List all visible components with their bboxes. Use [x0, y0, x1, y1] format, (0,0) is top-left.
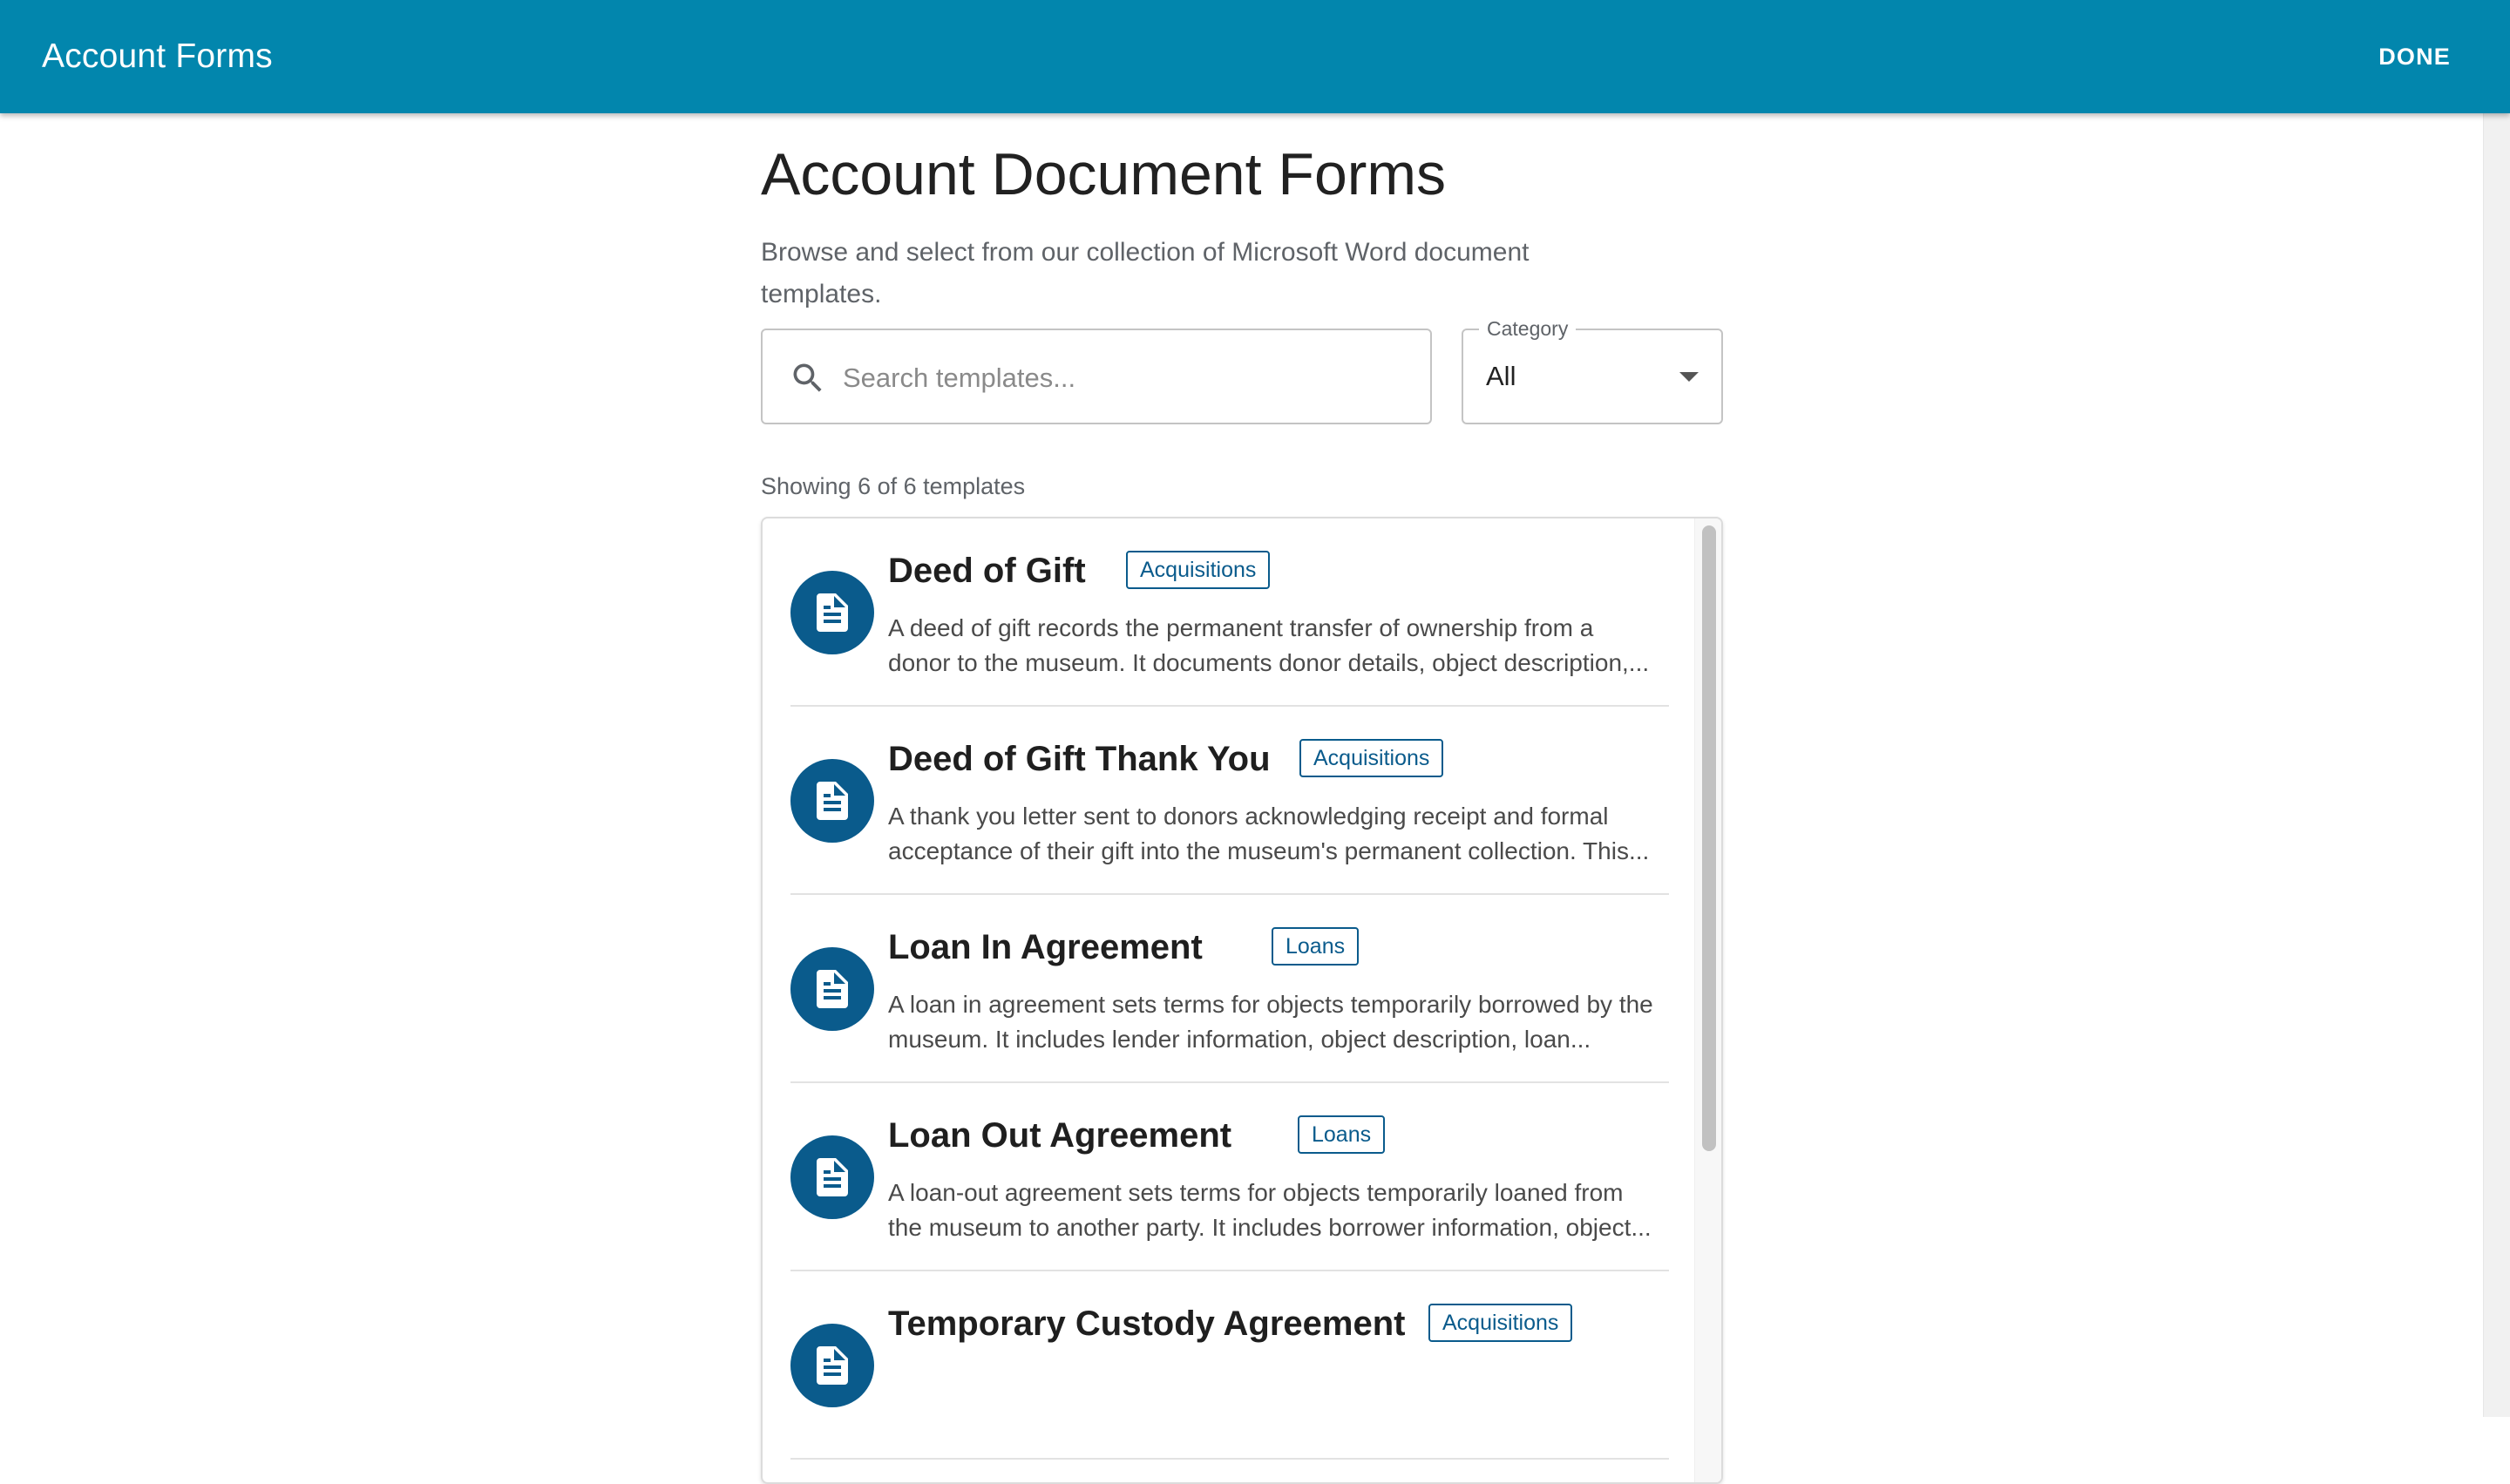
document-icon-avatar [790, 759, 874, 843]
template-title: Temporary Custody Agreement [888, 1304, 1406, 1343]
result-count: Showing 6 of 6 templates [761, 473, 1026, 499]
template-item-loan-in-agreement[interactable]: Loan In Agreement Loans A loan in agreem… [790, 895, 1669, 1083]
template-description-line1: A thank you letter sent to donors acknow… [888, 803, 1609, 830]
template-description-line2: the museum to another party. It includes… [888, 1214, 1652, 1241]
template-title: Loan In Agreement [888, 928, 1203, 966]
template-description: A thank you letter sent to donors acknow… [888, 799, 1664, 869]
category-select[interactable]: Category All [1462, 315, 1723, 424]
document-icon-avatar [790, 947, 874, 1031]
template-item-deed-of-gift[interactable]: Deed of Gift Acquisitions A deed of gift… [790, 518, 1669, 707]
caret-down-icon [1679, 372, 1699, 382]
document-icon-avatar [790, 571, 874, 654]
template-description-line1: A loan in agreement sets terms for objec… [888, 991, 1653, 1018]
template-list-items: Deed of Gift Acquisitions A deed of gift… [763, 518, 1695, 1460]
template-item-loan-out-agreement[interactable]: Loan Out Agreement Loans A loan-out agre… [790, 1083, 1669, 1271]
document-icon [817, 970, 848, 1008]
document-icon [817, 782, 848, 820]
template-description: A deed of gift records the permanent tra… [888, 611, 1664, 681]
category-badge: Acquisitions [1428, 1304, 1573, 1342]
template-item-temporary-custody-agreement[interactable]: Temporary Custody Agreement Acquisitions [790, 1271, 1669, 1460]
search-input[interactable] [841, 348, 1411, 409]
template-description-line1: A deed of gift records the permanent tra… [888, 614, 1594, 641]
document-icon-avatar [790, 1135, 874, 1219]
app-bar: Account Forms DONE [0, 0, 2510, 113]
search-box[interactable] [761, 329, 1432, 424]
template-description: A loan-out agreement sets terms for obje… [888, 1176, 1664, 1245]
template-list: Deed of Gift Acquisitions A deed of gift… [761, 517, 1723, 1484]
document-icon [817, 1158, 848, 1196]
page-subtitle-line2: templates. [761, 280, 882, 308]
category-badge: Acquisitions [1126, 551, 1271, 589]
template-description-line2: museum. It includes lender information, … [888, 1026, 1591, 1053]
page-scrollbar[interactable] [2483, 113, 2510, 1417]
template-title: Deed of Gift [888, 552, 1086, 590]
template-description-line2: donor to the museum. It documents donor … [888, 649, 1650, 676]
document-icon [817, 1346, 848, 1385]
category-badge: Loans [1272, 927, 1360, 966]
page-subtitle-line1: Browse and select from our collection of… [761, 238, 1530, 267]
page-subtitle: Browse and select from our collection of… [761, 232, 1667, 315]
template-description [888, 1364, 1664, 1433]
app-title: Account Forms [42, 37, 273, 75]
search-icon [793, 363, 822, 392]
category-badge: Acquisitions [1299, 739, 1444, 777]
template-description-line2: acceptance of their gift into the museum… [888, 837, 1650, 864]
template-title: Loan Out Agreement [888, 1116, 1232, 1155]
page-title: Account Document Forms [761, 141, 1447, 207]
template-description-line1: A loan-out agreement sets terms for obje… [888, 1179, 1624, 1206]
document-icon-avatar [790, 1324, 874, 1407]
template-title: Deed of Gift Thank You [888, 740, 1271, 778]
done-button[interactable]: DONE [2361, 29, 2468, 85]
document-icon [817, 593, 848, 632]
category-value: All [1486, 361, 1516, 391]
template-description: A loan in agreement sets terms for objec… [888, 987, 1664, 1057]
list-scrollbar-thumb[interactable] [1702, 525, 1716, 1151]
list-scrollbar[interactable] [1694, 518, 1721, 1482]
category-badge: Loans [1298, 1115, 1386, 1154]
template-item-deed-of-gift-thank-you[interactable]: Deed of Gift Thank You Acquisitions A th… [790, 707, 1669, 895]
